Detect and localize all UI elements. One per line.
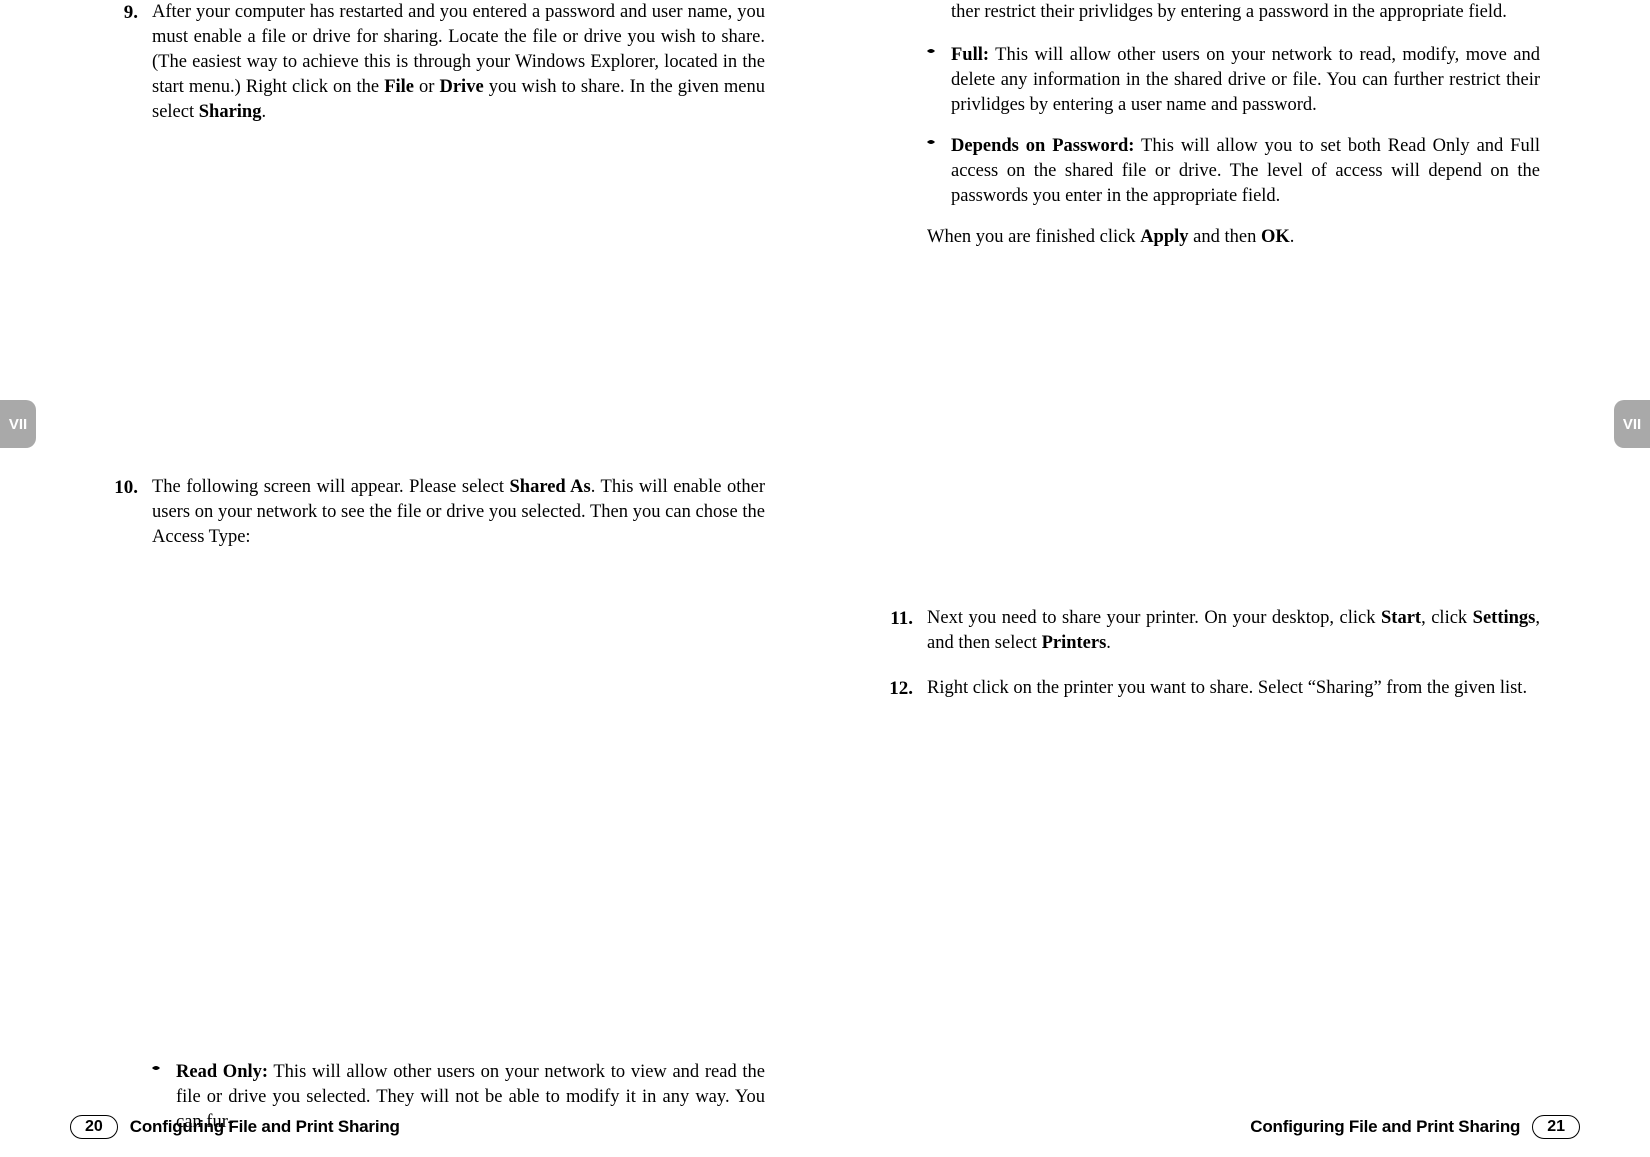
section-tab-right: VII xyxy=(1614,400,1650,448)
step-11: 11. Next you need to share your printer.… xyxy=(885,606,1540,656)
step-number: 12. xyxy=(885,676,927,702)
section-tab-left: VII xyxy=(0,400,36,448)
bold-text: OK xyxy=(1261,227,1290,247)
bullet-label: Depends on Password: xyxy=(951,136,1134,156)
bullet-icon xyxy=(927,134,951,209)
bold-text: Printers xyxy=(1042,633,1107,653)
bold-text: Shared As xyxy=(510,477,591,497)
section-tab-label: VII xyxy=(1623,416,1641,433)
bullet-depends: Depends on Password: This will allow you… xyxy=(927,134,1540,209)
text: When you are finished click xyxy=(927,227,1140,247)
text: , click xyxy=(1421,608,1473,628)
step-number: 9. xyxy=(110,0,152,125)
bullet-full: Full: This will allow other users on you… xyxy=(927,43,1540,118)
bold-text: Sharing xyxy=(199,102,262,122)
bold-text: Start xyxy=(1381,608,1421,628)
bullet-body: Full: This will allow other users on you… xyxy=(951,43,1540,118)
step-9: 9. After your computer has restarted and… xyxy=(110,0,765,125)
step-body: Next you need to share your printer. On … xyxy=(927,606,1540,656)
bullet-label: Read Only: xyxy=(176,1062,268,1082)
right-page: VII ther restrict their privlidges by en… xyxy=(825,0,1650,1157)
bold-text: Apply xyxy=(1140,227,1188,247)
footer-right: Configuring File and Print Sharing 21 xyxy=(1250,1115,1580,1139)
footer-title: Configuring File and Print Sharing xyxy=(1250,1117,1520,1137)
text: . xyxy=(261,102,266,122)
image-placeholder xyxy=(885,266,1540,606)
bullet-body: Depends on Password: This will allow you… xyxy=(951,134,1540,209)
step-body: The following screen will appear. Please… xyxy=(152,475,765,550)
step-number: 11. xyxy=(885,606,927,656)
bullet-label: Full: xyxy=(951,45,989,65)
text: Next you need to share your printer. On … xyxy=(927,608,1381,628)
page-spread: VII 9. After your computer has restarted… xyxy=(0,0,1650,1157)
text: . xyxy=(1290,227,1295,247)
closing-text: When you are finished click Apply and th… xyxy=(927,225,1540,250)
page-number: 20 xyxy=(70,1115,118,1139)
step-body: After your computer has restarted and yo… xyxy=(152,0,765,125)
image-placeholder xyxy=(110,570,765,1060)
continuation-text: ther restrict their privlidges by enteri… xyxy=(951,0,1540,25)
footer-left: 20 Configuring File and Print Sharing xyxy=(70,1115,400,1139)
text: . xyxy=(1106,633,1111,653)
step-10: 10. The following screen will appear. Pl… xyxy=(110,475,765,550)
bold-text: File xyxy=(384,77,414,97)
footer-title: Configuring File and Print Sharing xyxy=(130,1117,400,1137)
bold-text: Settings xyxy=(1473,608,1536,628)
text: The following screen will appear. Please… xyxy=(152,477,510,497)
step-12: 12. Right click on the printer you want … xyxy=(885,676,1540,702)
page-number: 21 xyxy=(1532,1115,1580,1139)
bold-text: Drive xyxy=(439,77,483,97)
section-tab-label: VII xyxy=(9,416,27,433)
bullet-text: This will allow other users on your netw… xyxy=(951,45,1540,115)
image-placeholder xyxy=(110,145,765,475)
text: and then xyxy=(1189,227,1261,247)
text: or xyxy=(414,77,440,97)
step-number: 10. xyxy=(110,475,152,550)
bullet-icon xyxy=(927,43,951,118)
left-page: VII 9. After your computer has restarted… xyxy=(0,0,825,1157)
step-body: Right click on the printer you want to s… xyxy=(927,676,1540,702)
